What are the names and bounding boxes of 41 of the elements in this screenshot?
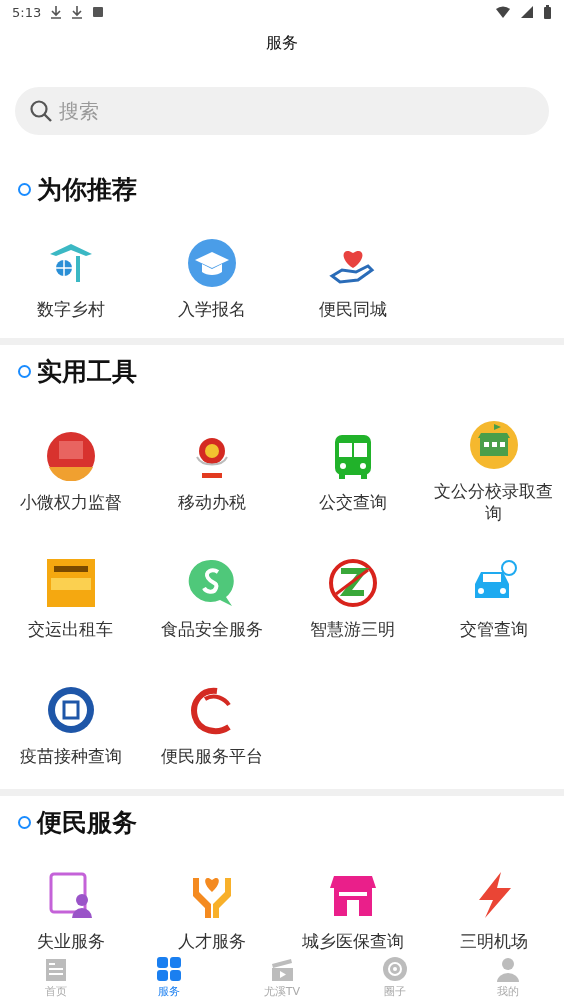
ring-z-icon <box>327 557 378 608</box>
service-label[interactable]: 交运出租车 <box>28 617 113 640</box>
service-label[interactable]: 文公分校录取查询 <box>427 479 560 524</box>
service-label[interactable]: 人才服务 <box>177 929 246 950</box>
download-icon <box>71 5 84 19</box>
service-label[interactable]: 公交查询 <box>318 490 387 513</box>
school-building-icon <box>468 419 519 470</box>
grid-icon <box>156 955 183 982</box>
ring-icon <box>18 816 31 829</box>
service-label[interactable]: 入学报名 <box>177 298 246 320</box>
tab[interactable]: 服务 <box>112 950 226 1004</box>
search-field[interactable]: 搜索 <box>15 87 549 135</box>
section-title: 实用工具 <box>37 356 137 388</box>
speech-bubble-icon <box>186 557 237 608</box>
page-title: 服务 <box>266 32 298 54</box>
service-label[interactable]: 小微权力监督 <box>19 490 122 513</box>
ring-icon <box>18 365 31 378</box>
service-label[interactable]: 交管查询 <box>459 617 528 640</box>
person-icon <box>494 955 521 982</box>
wifi-icon <box>495 5 511 19</box>
service-label[interactable]: 便民同城 <box>318 298 387 320</box>
service-label[interactable]: 智慧游三明 <box>310 617 395 640</box>
signal-icon <box>520 5 534 19</box>
disc-icon <box>381 955 408 982</box>
service-label[interactable]: 城乡医保查询 <box>301 929 404 950</box>
service-label[interactable]: 数字乡村 <box>36 298 105 320</box>
service-label[interactable]: 移动办税 <box>177 490 246 513</box>
status-time: 5:13 <box>12 4 42 20</box>
service-label[interactable]: 食品安全服务 <box>160 617 263 640</box>
seal-icon <box>45 684 96 735</box>
search-icon <box>29 99 53 123</box>
ring-icon <box>18 183 31 196</box>
download-icon <box>50 5 63 19</box>
service-label[interactable]: 疫苗接种查询 <box>19 744 122 767</box>
section-title: 为你推荐 <box>37 174 137 206</box>
graduation-cap-icon <box>186 238 237 288</box>
service-label[interactable]: 便民服务平台 <box>160 744 263 767</box>
service-label[interactable]: 三明机场 <box>459 929 528 950</box>
battery-icon <box>543 5 552 19</box>
service-label[interactable]: 失业服务 <box>36 929 105 950</box>
section-title: 便民服务 <box>37 807 137 839</box>
